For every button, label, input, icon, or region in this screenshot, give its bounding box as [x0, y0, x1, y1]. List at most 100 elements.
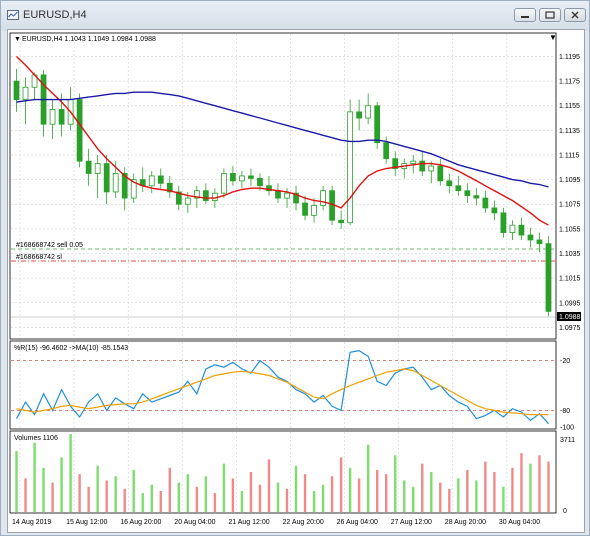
volume-bar: [339, 457, 343, 512]
time-tick-label: 14 Aug 2019: [12, 519, 51, 526]
maximize-button[interactable]: [539, 8, 561, 22]
volume-bar: [321, 484, 325, 512]
wpr-line: [15, 349, 549, 425]
volume-bar: [42, 467, 45, 512]
volume-bar: [213, 493, 217, 512]
candle-body: [509, 224, 516, 233]
candle-body: [446, 180, 453, 187]
volume-bar: [249, 472, 253, 512]
candle-body: [257, 177, 263, 187]
volume-bar: [357, 478, 361, 512]
minimize-button[interactable]: [514, 8, 536, 22]
volume-bar: [195, 486, 199, 512]
price-tick-label: 1.1135: [559, 128, 580, 135]
volume-bar: [33, 442, 36, 512]
close-button[interactable]: [564, 8, 586, 22]
volume-bar: [502, 486, 505, 512]
volume-bar: [258, 484, 262, 512]
volume-bar: [466, 469, 469, 512]
candle-body: [347, 111, 354, 224]
price-tick-label: 1.1055: [559, 226, 581, 233]
volume-bar: [412, 486, 415, 512]
moving-averages: [16, 55, 549, 226]
volume-bar: [222, 463, 226, 512]
volume-bar: [430, 472, 433, 512]
volume-bar: [159, 490, 162, 512]
candle-body: [464, 190, 471, 197]
volume-bar: [177, 482, 181, 512]
volume-bar: [105, 480, 108, 512]
symbol-ohlc-label: EURUSD,H4 1.1043 1.1049 1.0984 1.0988: [22, 36, 156, 43]
chart-window: EURUSD,H4 1.1195 1.1175 1.1155 1.1135 1.1115…: [0, 0, 590, 536]
candle-body: [58, 109, 65, 125]
price-chart-svg[interactable]: 1.1195 1.1175 1.1155 1.1135 1.1115 1.1095 1.10…: [8, 30, 584, 532]
restore-icon: [545, 11, 555, 19]
candle-body: [527, 234, 534, 241]
price-tick-label: 1.1155: [559, 103, 580, 110]
volume-bar: [132, 469, 135, 512]
candle-body: [85, 160, 92, 174]
volume-bar: [439, 482, 442, 512]
order-lines[interactable]: [11, 248, 555, 318]
volume-bar: [366, 444, 370, 512]
candle-body: [94, 163, 101, 174]
candle-body: [248, 175, 254, 179]
window-title: EURUSD,H4: [23, 9, 87, 21]
volume-bar: [348, 467, 352, 512]
price-tick-label: 1.0975: [559, 325, 581, 332]
candle-body: [302, 202, 308, 216]
volume-bar: [51, 482, 54, 512]
price-tick-label: 1.1035: [559, 251, 581, 258]
volume-bar: [384, 474, 388, 512]
window-titlebar[interactable]: EURUSD,H4: [1, 1, 589, 31]
time-tick-label: 26 Aug 04:00: [337, 519, 378, 526]
chart-window-icon: [7, 10, 19, 20]
time-tick-label: 27 Aug 12:00: [391, 519, 432, 526]
wpr-tick-label: -20: [560, 358, 570, 365]
candle-body: [473, 195, 480, 199]
candle-body: [230, 173, 236, 182]
volume-bar: [375, 469, 379, 512]
candle-body: [374, 105, 381, 144]
main-panel-frame: [9, 32, 557, 340]
candle-body: [239, 175, 245, 182]
volume-tick-label: 3711: [560, 437, 575, 444]
volume-bar: [511, 467, 514, 512]
candle-body: [491, 207, 498, 214]
candle-body: [76, 99, 83, 162]
wpr-indicator: [11, 349, 555, 425]
candle-body: [482, 197, 489, 209]
volume-bar: [330, 476, 334, 512]
candle-body: [13, 80, 20, 100]
time-tick-label: 15 Aug 12:00: [66, 519, 107, 526]
grid-lines: [11, 34, 555, 512]
volume-bar: [240, 490, 244, 512]
volume-bar: [96, 465, 99, 512]
volume-bar: [123, 488, 126, 512]
chart-canvas[interactable]: 1.1195 1.1175 1.1155 1.1135 1.1115 1.1095 1.10…: [7, 29, 585, 533]
volume-bar: [312, 490, 316, 512]
time-tick-label: 16 Aug 20:00: [120, 519, 161, 526]
price-tick-label: 1.0995: [559, 300, 581, 307]
minimize-icon: [521, 16, 529, 18]
candle-body: [518, 224, 525, 236]
candle-body: [455, 185, 462, 192]
chart-collapse-icon[interactable]: ▼: [14, 36, 21, 43]
time-tick-label: 20 Aug 04:00: [174, 519, 215, 526]
price-tick-label: 1.1095: [559, 177, 581, 184]
volume-bar: [231, 478, 235, 512]
volume-bar: [529, 463, 532, 512]
candle-body: [148, 175, 155, 187]
volume-bar: [78, 474, 81, 512]
candle-body: [49, 109, 56, 125]
volume-bar: [547, 461, 550, 512]
candle-body: [356, 111, 363, 119]
volume-bar: [150, 484, 153, 512]
price-tick-label: 1.1175: [559, 79, 580, 86]
volume-bar: [294, 465, 298, 512]
candle-body: [157, 175, 164, 184]
chart-shift-marker-icon[interactable]: ▼: [549, 33, 557, 42]
volume-bar: [538, 455, 541, 512]
volume-bar: [475, 480, 478, 512]
candle-body: [500, 212, 507, 233]
